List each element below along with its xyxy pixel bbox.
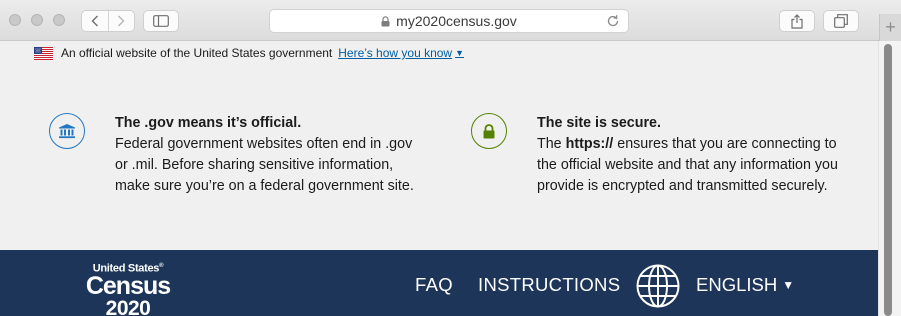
logo-census: Census bbox=[85, 271, 171, 300]
registered-mark-icon: ® bbox=[159, 263, 164, 269]
plus-icon: + bbox=[885, 17, 896, 37]
new-tab-button[interactable]: + bbox=[879, 14, 901, 41]
language-selector[interactable]: ENGLISH ▼ bbox=[696, 274, 794, 296]
browser-toolbar: my2020census.gov + bbox=[0, 0, 901, 41]
https-description: The https:// ensures that you are connec… bbox=[537, 134, 847, 197]
https-info-block: The site is secure. The https:// ensures… bbox=[471, 113, 847, 197]
https-description-prefix: The bbox=[537, 136, 566, 152]
us-flag-icon bbox=[34, 46, 53, 60]
government-building-icon bbox=[49, 113, 85, 149]
logo-year: 2020 bbox=[105, 296, 151, 316]
history-nav-group bbox=[81, 10, 135, 32]
zoom-window-button[interactable] bbox=[53, 14, 65, 26]
official-website-text: An official website of the United States… bbox=[61, 46, 333, 60]
dotgov-description: Federal government websites often end in… bbox=[115, 136, 414, 194]
gov-banner: An official website of the United States… bbox=[0, 41, 878, 250]
language-label: ENGLISH bbox=[696, 274, 778, 295]
caret-down-icon: ▼ bbox=[782, 278, 795, 292]
official-site-row: An official website of the United States… bbox=[34, 44, 464, 62]
scrollbar-thumb[interactable] bbox=[884, 44, 892, 316]
address-bar[interactable]: my2020census.gov bbox=[269, 9, 629, 33]
close-window-button[interactable] bbox=[9, 14, 21, 26]
dotgov-title: The .gov means it’s official. bbox=[115, 115, 302, 131]
reload-icon[interactable] bbox=[606, 14, 620, 31]
caret-down-icon: ▼ bbox=[455, 48, 465, 58]
tabs-overview-icon bbox=[834, 14, 848, 28]
dotgov-info-text: The .gov means it’s official. Federal go… bbox=[115, 113, 425, 197]
chevron-right-icon bbox=[118, 15, 125, 27]
census-site-header: United States® Census 2020 FAQ INSTRUCTI… bbox=[0, 250, 878, 316]
lock-icon bbox=[381, 15, 390, 27]
page-viewport: An official website of the United States… bbox=[0, 41, 901, 316]
nav-faq-link[interactable]: FAQ bbox=[415, 274, 453, 296]
sidebar-button[interactable] bbox=[143, 10, 179, 32]
back-button[interactable] bbox=[82, 11, 108, 31]
forward-button[interactable] bbox=[108, 11, 134, 31]
sidebar-icon bbox=[153, 15, 169, 27]
chevron-left-icon bbox=[91, 15, 98, 27]
share-icon bbox=[791, 13, 803, 29]
heres-how-you-know-link[interactable]: Here’s how you know ▼ bbox=[338, 46, 464, 60]
globe-icon bbox=[636, 264, 680, 308]
https-info-text: The site is secure. The https:// ensures… bbox=[537, 113, 847, 197]
nav-instructions-link[interactable]: INSTRUCTIONS bbox=[478, 274, 620, 296]
census-2020-logo[interactable]: United States® Census 2020 bbox=[80, 263, 176, 316]
dotgov-info-block: The .gov means it’s official. Federal go… bbox=[49, 113, 425, 197]
lock-icon bbox=[471, 113, 507, 149]
heres-how-you-know-label: Here’s how you know bbox=[338, 46, 453, 60]
https-title: The site is secure. bbox=[537, 115, 661, 131]
url-text: my2020census.gov bbox=[396, 13, 517, 29]
show-tabs-button[interactable] bbox=[823, 10, 859, 32]
minimize-window-button[interactable] bbox=[31, 14, 43, 26]
share-button[interactable] bbox=[779, 10, 815, 32]
https-protocol-text: https:// bbox=[565, 136, 614, 152]
